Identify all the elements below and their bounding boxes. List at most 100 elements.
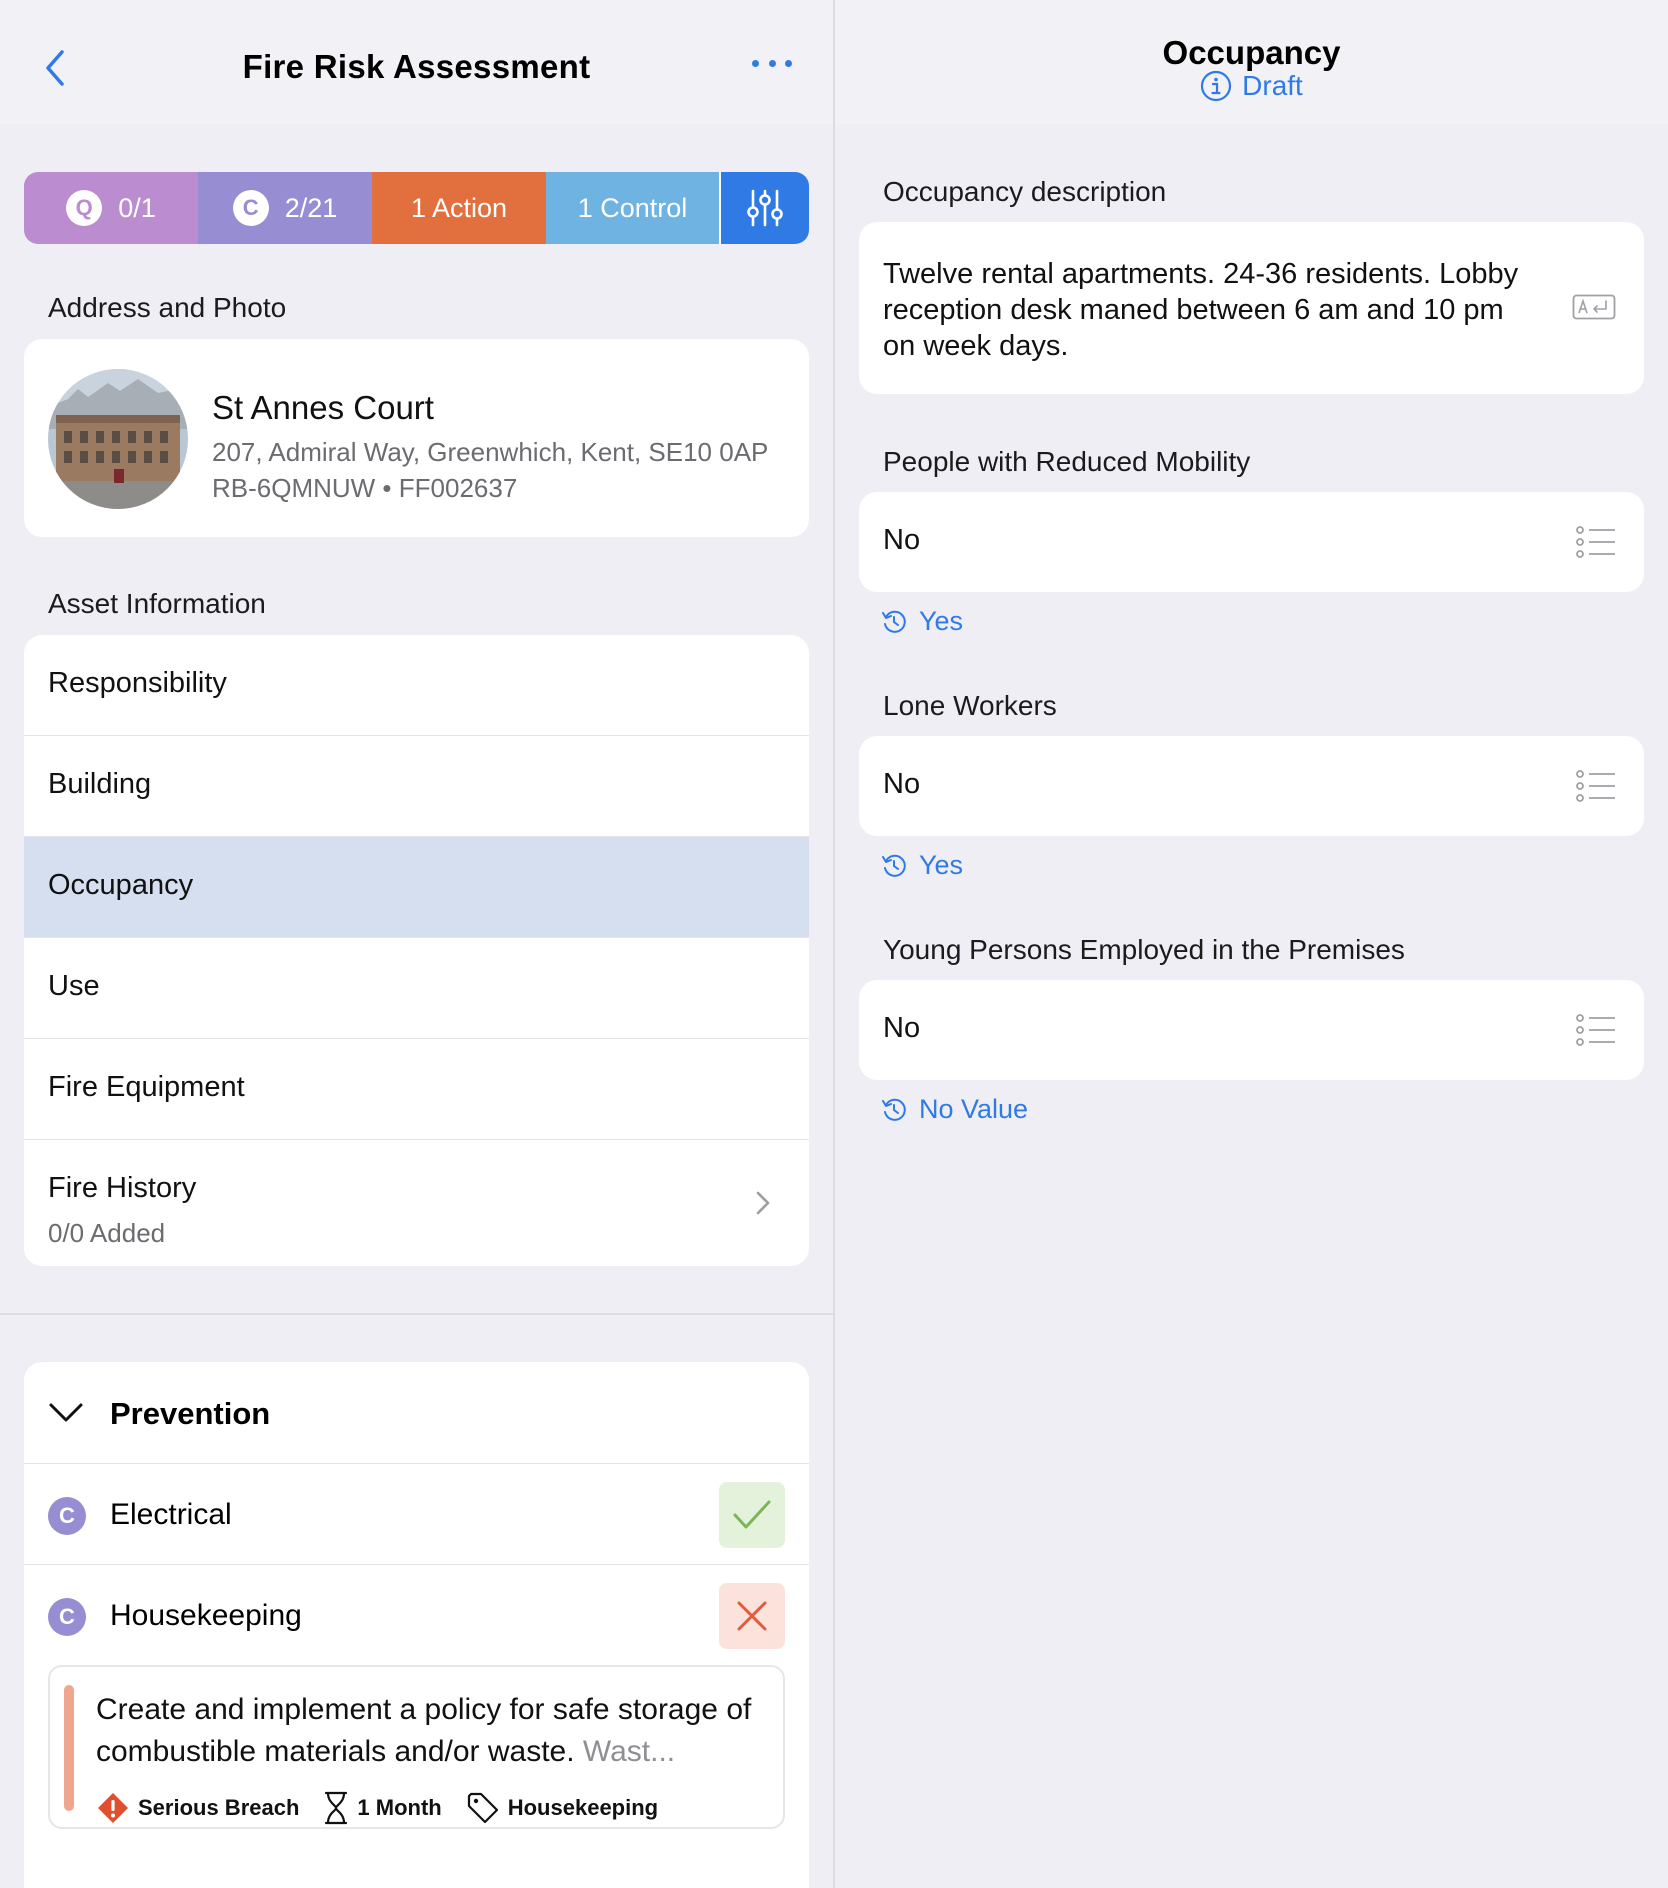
asset-section-label: Asset Information xyxy=(48,588,266,619)
asset-item-label: Occupancy xyxy=(48,869,194,901)
questions-badge: Q xyxy=(66,190,103,226)
info-icon xyxy=(1201,70,1232,102)
actions-count: 1 Action xyxy=(410,192,508,223)
property-address: 207, Admiral Way, Greenwhich, Kent, SE10… xyxy=(212,437,769,467)
prevention-title: Prevention xyxy=(110,1396,271,1431)
control-badge: C xyxy=(48,1598,86,1636)
tag-icon xyxy=(467,1792,498,1824)
control-label: Electrical xyxy=(110,1498,232,1531)
chevron-right-icon xyxy=(756,1191,770,1215)
field-label: Young Persons Employed in the Premises xyxy=(883,934,1405,965)
questions-count: 0/1 xyxy=(118,192,156,223)
sliders-icon xyxy=(747,189,783,227)
field-label: Occupancy description xyxy=(883,176,1167,207)
pass-toggle[interactable] xyxy=(719,1482,785,1548)
history-icon xyxy=(882,610,906,633)
chevron-down-icon xyxy=(49,1403,83,1422)
address-card[interactable]: St Annes Court 207, Admiral Way, Greenwh… xyxy=(24,339,809,537)
young-persons-select[interactable]: No xyxy=(859,980,1644,1080)
history-icon xyxy=(882,854,906,877)
severity-bar xyxy=(64,1685,74,1811)
list-icon xyxy=(1576,526,1615,558)
asset-item-occupancy[interactable]: Occupancy xyxy=(24,837,809,938)
severity-label: Serious Breach xyxy=(138,1795,300,1820)
history-icon xyxy=(882,1098,906,1121)
status-label: Draft xyxy=(1242,70,1303,101)
fail-toggle[interactable] xyxy=(719,1583,785,1649)
dot-icon xyxy=(768,60,776,67)
category-label: Housekeeping xyxy=(507,1795,659,1820)
category-tag: Housekeeping xyxy=(466,1791,658,1825)
select-value: No xyxy=(883,1012,921,1044)
previous-value-link[interactable]: No Value xyxy=(881,1094,1028,1125)
status-indicator[interactable]: Draft xyxy=(835,70,1668,102)
section-divider xyxy=(0,1313,833,1315)
assessment-pane: Fire Risk Assessment Q 0/1 C 2/21 1 Acti… xyxy=(0,0,833,1888)
asset-item-label: Responsibility xyxy=(48,667,227,699)
prevention-card: Prevention C Electrical C Housekeeping C… xyxy=(24,1362,809,1888)
occupancy-description-value: Twelve rental apartments. 24-36 resident… xyxy=(883,258,1519,362)
property-name: St Annes Court xyxy=(212,389,434,426)
asset-item-building[interactable]: Building xyxy=(24,736,809,837)
list-icon xyxy=(1576,1014,1615,1046)
lone-workers-select[interactable]: No xyxy=(859,736,1644,836)
detail-header: Occupancy Draft xyxy=(835,0,1668,124)
previous-value-link[interactable]: Yes xyxy=(881,606,963,637)
address-section-label: Address and Photo xyxy=(48,292,287,323)
previous-value: Yes xyxy=(919,606,964,636)
hourglass-icon xyxy=(325,1791,348,1825)
severity-tag: Serious Breach xyxy=(96,1791,299,1825)
action-text: Create and implement a policy for safe s… xyxy=(96,1689,766,1773)
actions-filter[interactable]: 1 Action xyxy=(372,172,546,244)
timeframe-tag: 1 Month xyxy=(323,1791,442,1825)
controls-filter[interactable]: C 2/21 xyxy=(198,172,372,244)
dot-icon xyxy=(752,60,759,67)
asset-item-label: Use xyxy=(48,970,100,1002)
text-input-icon xyxy=(1572,294,1616,320)
control-count: 1 Control xyxy=(577,192,688,223)
control-badge: C xyxy=(48,1497,86,1535)
field-label: People with Reduced Mobility xyxy=(883,446,1251,477)
control-row-electrical[interactable]: C Electrical xyxy=(24,1464,809,1565)
nav-bar: Fire Risk Assessment xyxy=(0,0,833,124)
asset-item-subtitle: 0/0 Added xyxy=(48,1218,166,1248)
previous-value: No Value xyxy=(919,1094,1029,1124)
more-options-button[interactable] xyxy=(752,60,792,76)
asset-item-label: Fire Equipment xyxy=(48,1071,245,1103)
select-value: No xyxy=(883,768,921,800)
property-reference: RB-6QMNUW • FF002637 xyxy=(212,473,518,503)
prevention-header[interactable]: Prevention xyxy=(24,1362,809,1464)
timeframe-label: 1 Month xyxy=(357,1795,442,1820)
controls-badge: C xyxy=(232,190,269,226)
action-meta: Serious Breach 1 Month Housekeeping xyxy=(96,1791,682,1825)
detail-title: Occupancy xyxy=(1162,34,1341,71)
asset-info-list: Responsibility Building Occupancy Use Fi… xyxy=(24,635,809,1266)
warning-diamond-icon xyxy=(98,1793,128,1823)
building-photo xyxy=(48,369,188,509)
asset-item-use[interactable]: Use xyxy=(24,938,809,1039)
asset-item-label: Building xyxy=(48,768,152,800)
control-row-housekeeping[interactable]: C Housekeeping xyxy=(24,1565,809,1666)
asset-item-fire-history[interactable]: Fire History 0/0 Added xyxy=(24,1140,809,1266)
reduced-mobility-select[interactable]: No xyxy=(859,492,1644,592)
asset-item-label: Fire History xyxy=(48,1172,197,1204)
detail-pane: Occupancy Draft Occupancy description Tw… xyxy=(835,0,1668,1888)
list-icon xyxy=(1576,770,1615,802)
questions-filter[interactable]: Q 0/1 xyxy=(24,172,198,244)
select-value: No xyxy=(883,524,921,556)
page-title: Fire Risk Assessment xyxy=(242,48,591,85)
dot-icon xyxy=(785,60,792,67)
asset-item-fire-equipment[interactable]: Fire Equipment xyxy=(24,1039,809,1140)
control-filter[interactable]: 1 Control xyxy=(546,172,719,244)
action-card[interactable]: Create and implement a policy for safe s… xyxy=(48,1665,785,1829)
previous-value-link[interactable]: Yes xyxy=(881,850,963,881)
control-label: Housekeeping xyxy=(110,1599,302,1632)
field-label: Lone Workers xyxy=(883,690,1057,721)
summary-bar: Q 0/1 C 2/21 1 Action 1 Control xyxy=(24,172,809,244)
controls-count: 2/21 xyxy=(284,192,338,223)
previous-value: Yes xyxy=(919,850,964,880)
filter-settings-button[interactable] xyxy=(719,172,809,244)
occupancy-description-field[interactable]: Twelve rental apartments. 24-36 resident… xyxy=(859,222,1644,394)
asset-item-responsibility[interactable]: Responsibility xyxy=(24,635,809,736)
cross-icon xyxy=(737,1601,767,1631)
